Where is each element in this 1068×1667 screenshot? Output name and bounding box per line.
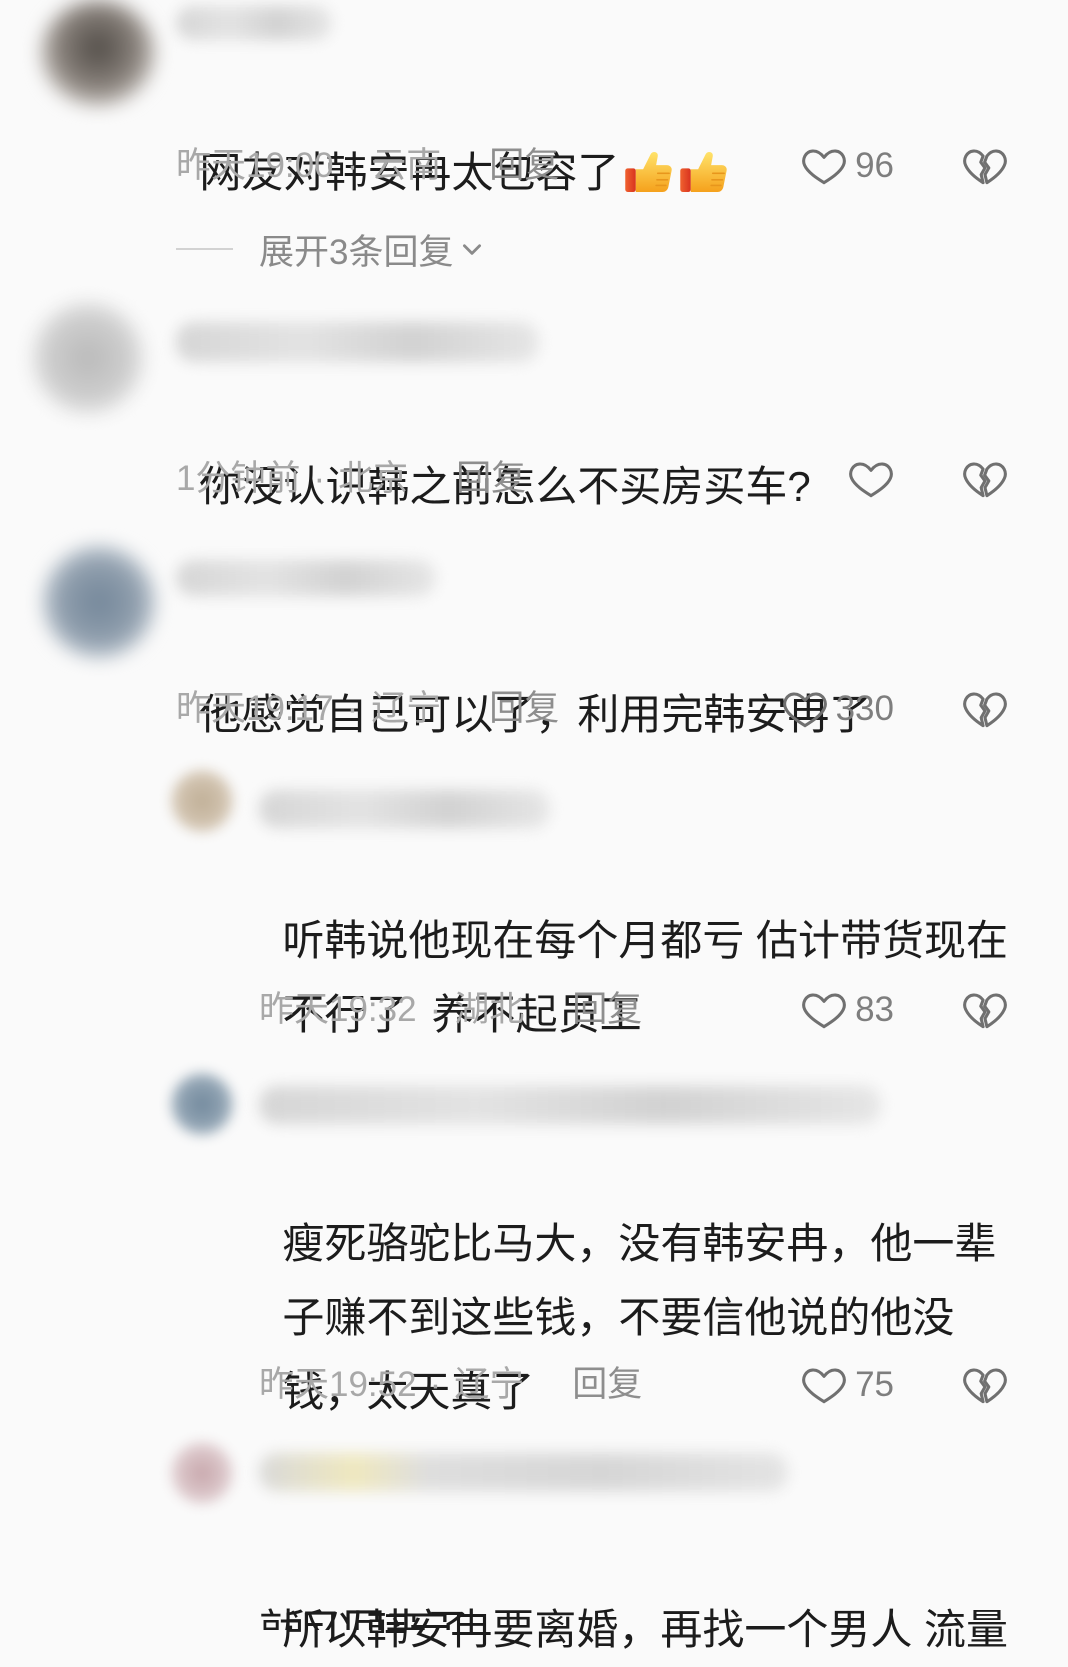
reply-avatar[interactable] [171,1442,233,1504]
meta-separator: · [313,459,326,498]
comment-text-line: 他感觉自己可以了，利用完韩安冉了 [176,604,871,738]
broken-heart-icon [963,1368,1007,1404]
heart-outline-icon [849,462,893,498]
like-button[interactable]: 96 [801,141,894,191]
comment-time: 昨天19:00 [176,146,334,185]
thumbs-up-icon [625,151,673,192]
broken-heart-icon [963,993,1007,1029]
avatar[interactable] [33,303,143,413]
reply-time: 昨天19:52 [259,1365,417,1404]
broken-heart-icon [963,462,1007,498]
dislike-button[interactable] [962,456,1008,502]
like-count: 330 [835,689,894,728]
comment-text-line: 网友对韩安冉太包容了 [176,62,729,196]
reply-location: 湖北 [454,990,525,1029]
comment-time: 1分钟前 [176,459,301,498]
comment-location: 辽宁 [371,689,442,728]
comment-meta: 1分钟前 · 北京 回复 [176,454,526,504]
like-count: 75 [855,1365,894,1404]
reply-time: 昨天19:32 [259,990,417,1029]
reply-meta: 昨天19:32 · 湖北 回复 [259,985,642,1035]
meta-separator: · [429,990,442,1029]
reply-button[interactable]: 回复 [572,1360,642,1410]
thumbs-up-icon [680,151,728,192]
username-blurred[interactable] [176,560,436,596]
expand-replies-label: 展开3条回复 [259,232,454,272]
like-button[interactable]: 75 [801,1360,894,1410]
dislike-button[interactable] [962,686,1008,732]
meta-separator: · [346,146,359,185]
dislike-button[interactable] [962,987,1008,1033]
reply-text-line: 钱，太天真了 [259,1281,534,1415]
reply-text-line: 所以韩安冉要离婚，再找一个男人 流量 [259,1519,1008,1653]
reply-text-line: 不行了 养不起员工 [259,904,641,1038]
like-count: 96 [855,146,894,185]
avatar[interactable] [41,0,155,106]
broken-heart-icon [963,692,1007,728]
reply-button[interactable]: 回复 [489,141,559,191]
divider-line [176,248,233,250]
reply-button[interactable]: 回复 [572,985,642,1035]
username-blurred[interactable] [259,1453,788,1491]
heart-outline-icon [802,1368,846,1404]
meta-separator: · [429,1365,442,1404]
comment-location: 云南 [371,146,442,185]
heart-outline-icon [802,149,846,185]
meta-separator: · [346,689,359,728]
like-button[interactable] [848,454,894,504]
reply-meta: 昨天19:52 · 辽宁 回复 [259,1360,642,1410]
dislike-button[interactable] [962,143,1008,189]
reply-text-line: 听韩说他现在每个月都亏 估计带货现在 [259,830,1008,964]
comment-time: 昨天19:17 [176,689,334,728]
avatar[interactable] [43,546,155,658]
comment-location: 北京 [338,459,409,498]
heart-outline-icon [782,692,827,728]
reply-text-line: 瘦死骆驼比马大，没有韩安冉，他一辈 [259,1133,996,1267]
expand-replies-button[interactable]: 展开3条回复 [176,224,485,274]
username-blurred[interactable] [176,6,332,40]
comment-meta: 昨天19:00 · 云南 回复 [176,141,559,191]
comment-text-line: 你没认识韩之前怎么不买房买车? [176,376,810,510]
broken-heart-icon [963,149,1007,185]
reply-text-line: 子赚不到这些钱，不要信他说的他没 [259,1207,954,1341]
reply-button[interactable]: 回复 [456,454,526,504]
comment-meta: 昨天19:17 · 辽宁 回复 [176,684,559,734]
reply-location: 辽宁 [454,1365,525,1404]
like-count: 83 [855,990,894,1029]
username-blurred[interactable] [176,322,539,362]
dislike-button[interactable] [962,1362,1008,1408]
reply-avatar[interactable] [171,770,233,832]
username-blurred[interactable] [259,1086,881,1124]
like-button[interactable]: 330 [782,684,894,734]
heart-outline-icon [802,993,846,1029]
like-button[interactable]: 83 [801,985,894,1035]
reply-text: 就又回来了 [259,1606,470,1630]
reply-avatar[interactable] [171,1073,233,1135]
reply-button[interactable]: 回复 [489,684,559,734]
chevron-down-icon [463,244,482,255]
username-blurred[interactable] [259,790,550,828]
